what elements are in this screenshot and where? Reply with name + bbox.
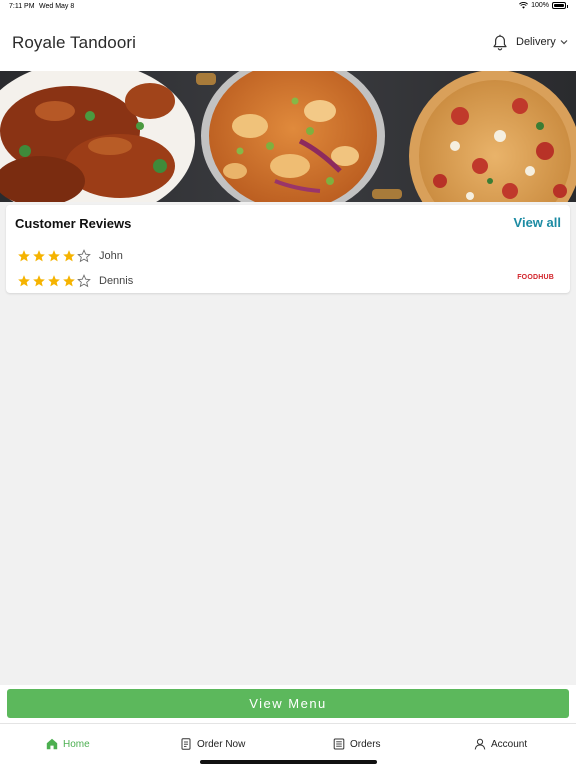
battery-percent: 100% — [531, 2, 549, 9]
star-filled-icon — [33, 250, 45, 262]
status-bar: 7:11 PM Wed May 8 100% — [0, 0, 576, 14]
delivery-mode-label: Delivery — [516, 36, 556, 48]
delivery-mode-selector[interactable]: Delivery — [516, 36, 568, 48]
tab-orders-label: Orders — [350, 738, 381, 750]
review-item: Dennis — [17, 273, 133, 289]
tab-orders[interactable]: Orders — [333, 738, 381, 750]
star-rating — [17, 249, 91, 263]
status-right: 100% — [519, 2, 568, 9]
star-empty-icon — [77, 274, 91, 288]
food-banner-image — [0, 71, 576, 202]
tab-account-label: Account — [491, 738, 528, 750]
star-filled-icon — [63, 275, 75, 287]
reviews-heading: Customer Reviews — [15, 216, 132, 231]
reviewer-name: John — [99, 250, 123, 262]
bell-icon[interactable] — [492, 34, 508, 52]
account-icon — [474, 738, 486, 750]
order-icon — [181, 738, 191, 750]
review-item: John — [17, 248, 123, 264]
star-filled-icon — [33, 275, 45, 287]
tab-account[interactable]: Account — [474, 738, 527, 750]
tab-order-now-label: Order Now — [197, 738, 246, 750]
status-time: 7:11 PM — [9, 3, 35, 10]
customer-reviews-card: Customer Reviews View all John Dennis FO… — [6, 205, 570, 293]
battery-icon — [552, 2, 568, 9]
status-date: Wed May 8 — [39, 3, 75, 10]
tab-order-now[interactable]: Order Now — [180, 738, 245, 750]
pizza-dish — [409, 71, 576, 202]
orders-icon — [333, 738, 345, 750]
curry-dish — [196, 71, 402, 202]
cta-container: View Menu — [0, 685, 576, 723]
star-empty-icon — [77, 249, 91, 263]
star-filled-icon — [63, 250, 75, 262]
home-indicator — [200, 760, 377, 764]
view-all-reviews-link[interactable]: View all — [514, 215, 561, 230]
foodhub-logo: FOODHUB — [517, 274, 554, 281]
star-filled-icon — [48, 275, 60, 287]
app-header: Royale Tandoori Delivery — [0, 14, 576, 72]
view-menu-button[interactable]: View Menu — [7, 689, 569, 718]
star-filled-icon — [18, 250, 30, 262]
tab-home[interactable]: Home — [46, 738, 90, 750]
star-rating — [17, 274, 91, 288]
star-filled-icon — [18, 275, 30, 287]
restaurant-title: Royale Tandoori — [12, 33, 137, 52]
home-icon — [46, 738, 58, 750]
star-filled-icon — [48, 250, 60, 262]
tab-home-label: Home — [63, 738, 90, 750]
chicken-dish — [0, 71, 195, 202]
reviewer-name: Dennis — [99, 275, 134, 287]
hero-banner — [0, 71, 576, 202]
chevron-down-icon — [560, 40, 568, 45]
wifi-icon — [519, 2, 529, 9]
